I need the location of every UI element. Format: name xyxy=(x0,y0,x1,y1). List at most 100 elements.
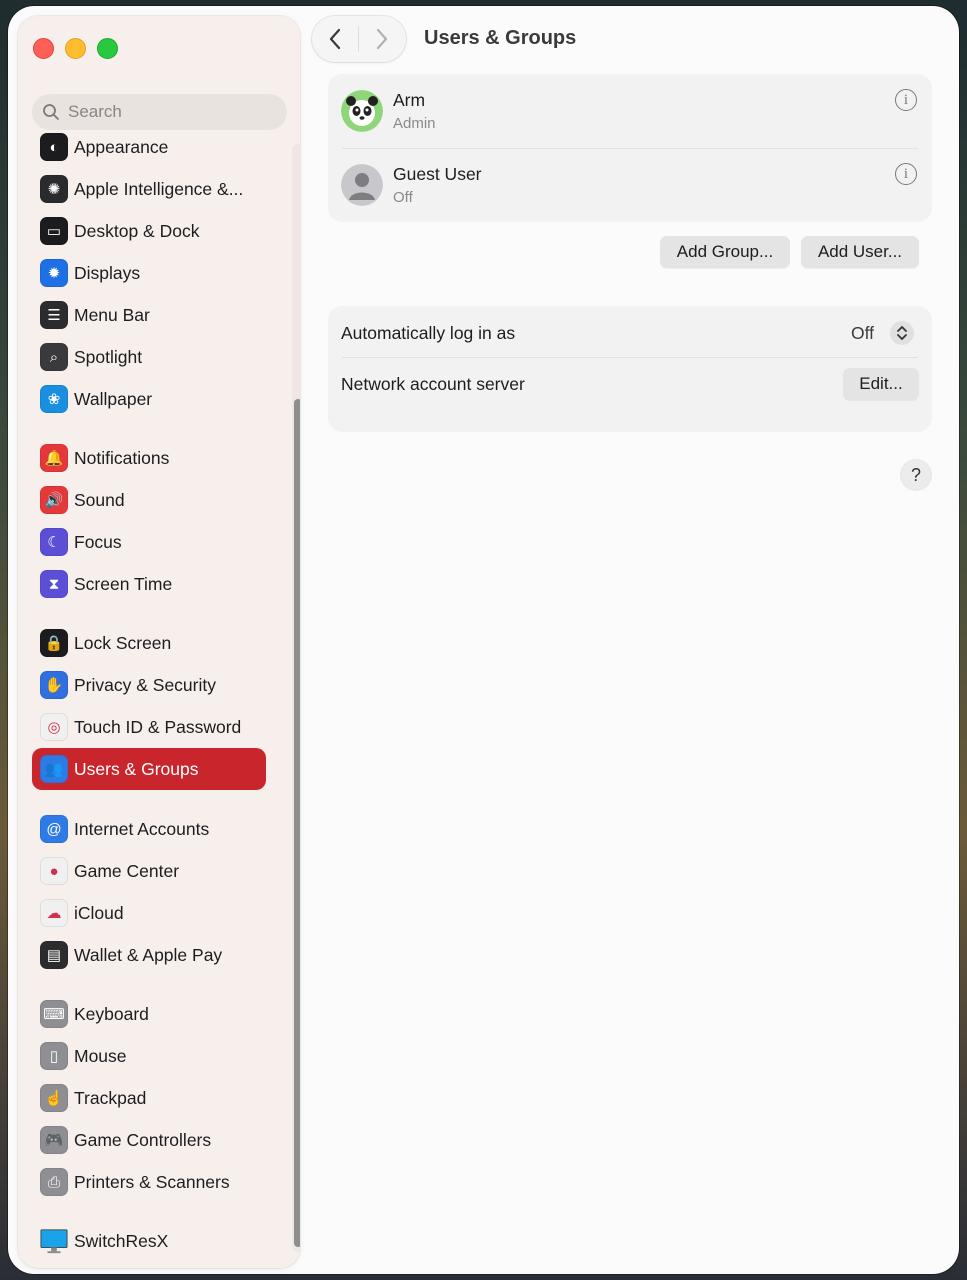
sidebar-item-label: Desktop & Dock xyxy=(74,220,200,241)
sidebar-item-users-groups[interactable]: 👥 Users & Groups xyxy=(32,748,266,790)
sidebar-item-mouse[interactable]: ▯ Mouse xyxy=(32,1035,266,1077)
user-name: Guest User xyxy=(393,164,482,184)
sidebar-item-privacy-hand[interactable]: ✋ Privacy & Security xyxy=(32,664,266,706)
scrollbar-thumb[interactable] xyxy=(294,399,300,1247)
sidebar-item-appearance[interactable]: ◐ Appearance xyxy=(32,126,266,168)
icloud-icon: ☁ xyxy=(40,899,68,927)
sidebar-item-apple-intelligence[interactable]: ✺ Apple Intelligence &... xyxy=(32,168,266,210)
sidebar-item-label: Appearance xyxy=(74,136,169,157)
sidebar-item-switchresx[interactable]: SwitchResX xyxy=(32,1220,266,1262)
sidebar-item-label: Menu Bar xyxy=(74,304,150,325)
apple-intelligence-icon: ✺ xyxy=(40,175,68,203)
sidebar-item-label: Lock Screen xyxy=(74,632,172,653)
sidebar-item-label: Wallpaper xyxy=(74,388,153,409)
network-server-label: Network account server xyxy=(341,374,525,394)
sidebar-item-label: Sound xyxy=(74,489,125,510)
sidebar-item-notifications[interactable]: 🔔 Notifications xyxy=(32,437,266,479)
desktop-dock-icon: ▭ xyxy=(40,217,68,245)
sidebar-item-label: Touch ID & Password xyxy=(74,716,242,737)
game-controller-icon: 🎮 xyxy=(40,1126,68,1154)
info-icon[interactable]: i xyxy=(895,89,917,111)
sidebar-item-keyboard[interactable]: ⌨ Keyboard xyxy=(32,993,266,1035)
lock-screen-icon: 🔒 xyxy=(40,629,68,657)
trackpad-icon: ☝ xyxy=(40,1084,68,1112)
printer-icon: ⎙ xyxy=(40,1168,68,1196)
spotlight-icon: ⌕ xyxy=(40,343,68,371)
sidebar-item-label: iCloud xyxy=(74,902,124,923)
add-group-button[interactable]: Add Group... xyxy=(660,236,790,268)
navigation-buttons xyxy=(312,16,406,62)
sidebar-item-label: Screen Time xyxy=(74,573,173,594)
sidebar-item-displays[interactable]: ✹ Displays xyxy=(32,252,266,294)
sidebar-item-desktop-dock[interactable]: ▭ Desktop & Dock xyxy=(32,210,266,252)
switchresx-icon xyxy=(40,1227,68,1255)
forward-button[interactable] xyxy=(359,16,405,62)
sidebar: ◐ Appearance ✺ Apple Intelligence &... ▭ Desk… xyxy=(18,16,300,1268)
sidebar-item-icloud[interactable]: ☁ iCloud xyxy=(32,892,266,934)
displays-icon: ✹ xyxy=(40,259,68,287)
search-input[interactable] xyxy=(66,101,270,123)
search-icon xyxy=(43,104,59,120)
sidebar-item-printer[interactable]: ⎙ Printers & Scanners xyxy=(32,1161,266,1203)
add-user-button[interactable]: Add User... xyxy=(801,236,919,268)
sidebar-item-label: Spotlight xyxy=(74,346,143,367)
zoom-button[interactable] xyxy=(97,38,118,59)
user-row-guest[interactable]: Guest User Off i xyxy=(328,148,932,222)
sidebar-item-label: Apple Intelligence &... xyxy=(74,178,244,199)
sidebar-item-label: Wallet & Apple Pay xyxy=(74,944,223,965)
user-status: Off xyxy=(393,189,413,206)
page-title: Users & Groups xyxy=(424,27,577,49)
sidebar-item-sound[interactable]: 🔊 Sound xyxy=(32,479,266,521)
sidebar-item-menu-bar[interactable]: ☰ Menu Bar xyxy=(32,294,266,336)
sidebar-item-label: Printers & Scanners xyxy=(74,1171,230,1192)
close-button[interactable] xyxy=(33,38,54,59)
settings-window: ◐ Appearance ✺ Apple Intelligence &... ▭ Desk… xyxy=(8,6,959,1274)
screen-time-icon: ⧗ xyxy=(40,570,68,598)
sidebar-item-internet-accounts[interactable]: @ Internet Accounts xyxy=(32,808,266,850)
sidebar-item-wallet[interactable]: ▤ Wallet & Apple Pay xyxy=(32,934,266,976)
appearance-icon: ◐ xyxy=(40,133,68,161)
popup-stepper[interactable] xyxy=(890,321,914,345)
sidebar-item-label: Focus xyxy=(74,531,122,552)
menu-bar-icon: ☰ xyxy=(40,301,68,329)
row-divider xyxy=(342,357,918,358)
minimize-button[interactable] xyxy=(65,38,86,59)
fingerprint-icon: ◎ xyxy=(40,713,68,741)
sidebar-item-label: SwitchResX xyxy=(74,1230,169,1251)
auto-login-row: Automatically log in as Off xyxy=(328,308,932,358)
window-controls xyxy=(33,38,118,59)
wallpaper-icon: ❀ xyxy=(40,385,68,413)
sidebar-item-label: Keyboard xyxy=(74,1003,149,1024)
search-field[interactable] xyxy=(32,94,287,130)
user-name: Arm xyxy=(393,90,426,110)
sidebar-item-label: Mouse xyxy=(74,1045,127,1066)
edit-button[interactable]: Edit... xyxy=(843,368,919,400)
wallet-icon: ▤ xyxy=(40,941,68,969)
sidebar-item-trackpad[interactable]: ☝ Trackpad xyxy=(32,1077,266,1119)
privacy-hand-icon: ✋ xyxy=(40,671,68,699)
chevron-updown-icon xyxy=(897,326,907,340)
sidebar-item-label: Game Center xyxy=(74,860,180,881)
sidebar-scrollbar[interactable] xyxy=(292,144,300,1252)
help-button[interactable]: ? xyxy=(901,460,931,490)
sidebar-item-wallpaper[interactable]: ❀ Wallpaper xyxy=(32,378,266,420)
sidebar-item-label: Users & Groups xyxy=(74,758,199,779)
auto-login-value[interactable]: Off xyxy=(851,323,874,344)
chevron-right-icon xyxy=(376,28,388,50)
back-button[interactable] xyxy=(312,16,358,62)
sidebar-item-label: Internet Accounts xyxy=(74,818,210,839)
mouse-icon: ▯ xyxy=(40,1042,68,1070)
sidebar-item-screen-time[interactable]: ⧗ Screen Time xyxy=(32,563,266,605)
sidebar-item-game-center[interactable]: ● Game Center xyxy=(32,850,266,892)
sidebar-item-spotlight[interactable]: ⌕ Spotlight xyxy=(32,336,266,378)
keyboard-icon: ⌨ xyxy=(40,1000,68,1028)
users-groups-icon: 👥 xyxy=(40,755,68,783)
chevron-left-icon xyxy=(329,28,341,50)
sidebar-item-fingerprint[interactable]: ◎ Touch ID & Password xyxy=(32,706,266,748)
info-icon[interactable]: i xyxy=(895,163,917,185)
sidebar-item-game-controller[interactable]: 🎮 Game Controllers xyxy=(32,1119,266,1161)
login-settings: Automatically log in as Off Network acco… xyxy=(328,306,932,432)
user-row-arm[interactable]: Arm Admin i xyxy=(328,74,932,148)
sidebar-item-focus[interactable]: ☾ Focus xyxy=(32,521,266,563)
sidebar-item-lock-screen[interactable]: 🔒 Lock Screen xyxy=(32,622,266,664)
